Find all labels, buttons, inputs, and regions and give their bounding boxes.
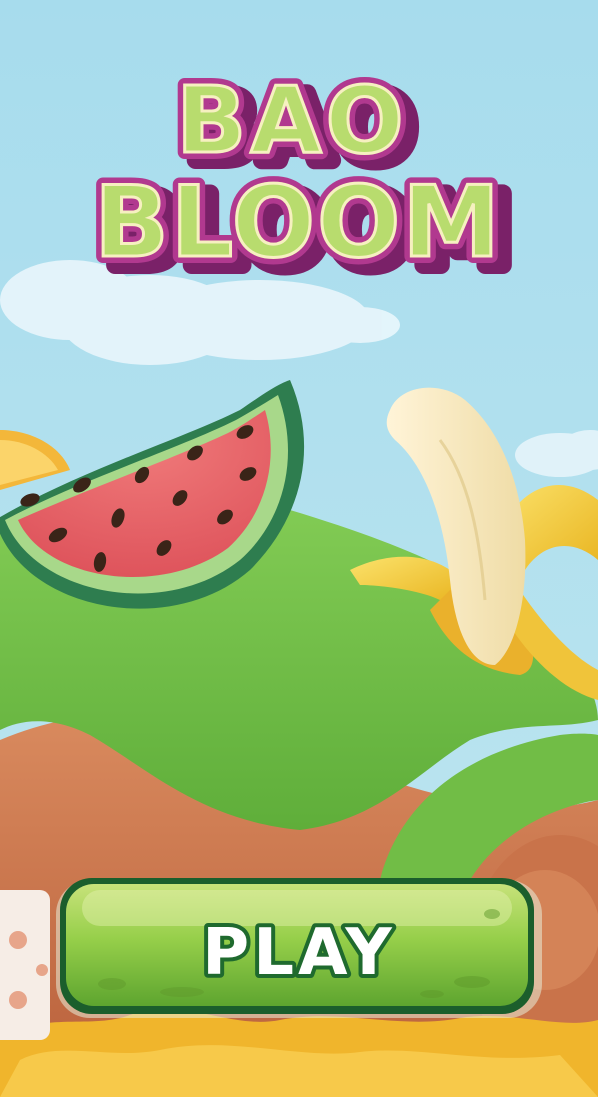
play-button[interactable]: PLAY xyxy=(52,874,546,1022)
play-button-label: PLAY xyxy=(202,916,395,990)
polka-dot-cup-icon xyxy=(0,890,50,1040)
title-line1: BAO xyxy=(176,67,408,174)
title-line2: BLOOM xyxy=(94,166,502,280)
game-title-logo: BAO BAO BAO BLOOM BLOOM BLOOM xyxy=(87,60,521,298)
